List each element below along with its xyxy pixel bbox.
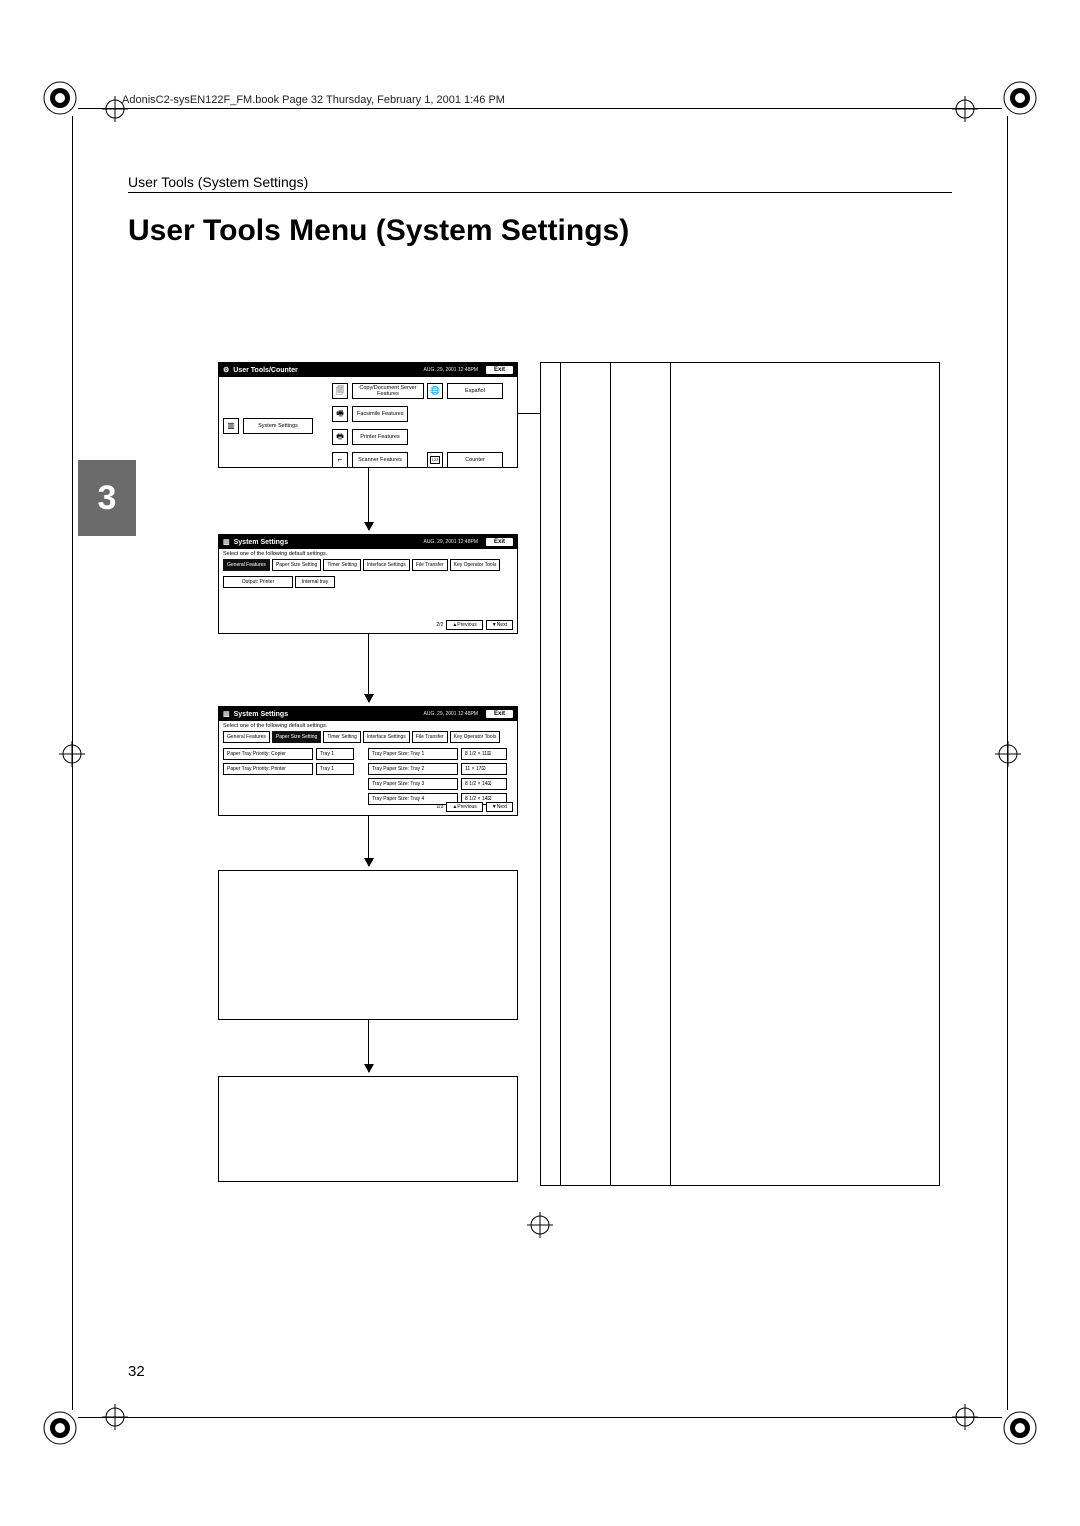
target-mark [995,741,1021,767]
caption: Select one of the following default sett… [219,549,517,557]
prev-button[interactable]: ▲Previous [446,802,482,812]
tab-paper-size[interactable]: Paper Size Setting [272,559,321,571]
setting-value[interactable]: Tray 1 [316,748,354,760]
setting-value[interactable]: 8 1/2 × 11⮽ [461,748,507,760]
settings-icon [223,710,230,718]
tab-general[interactable]: General Features [223,731,270,743]
language-button[interactable]: Español [447,383,503,399]
setting-label[interactable]: Tray Paper Size: Tray 2 [368,763,458,775]
crop-rule [72,116,73,1410]
screenshot-system-settings-1: System Settings AUG. 29, 2001 12:48PM Ex… [218,534,518,634]
guide-line [670,362,671,1186]
gear-icon [223,366,229,374]
flow-arrow [368,816,369,866]
chapter-tab: 3 [78,460,136,536]
panel-title: System Settings [234,711,288,718]
setting-label[interactable]: Tray Paper Size: Tray 3 [368,778,458,790]
corner-mark-tl [36,74,84,122]
corner-mark-bl [36,1404,84,1452]
book-header: AdonisC2-sysEN122F_FM.book Page 32 Thurs… [122,94,505,106]
next-button[interactable]: ▼Next [486,620,513,630]
scanner-icon [332,452,348,468]
counter-button[interactable]: Counter [447,452,503,468]
clock: AUG. 29, 2001 12:48PM [424,539,478,545]
tab-file-transfer[interactable]: File Transfer [412,559,448,571]
next-button[interactable]: ▼Next [486,802,513,812]
guide-line [560,362,561,1186]
setting-value[interactable]: Tray 1 [316,763,354,775]
exit-button[interactable]: Exit [486,366,513,374]
setting-value[interactable]: 8 1/2 × 14⮽ [461,778,507,790]
target-mark [952,96,978,122]
flow-arrow [368,468,369,530]
tab-file-transfer[interactable]: File Transfer [412,731,448,743]
setting-label[interactable]: Paper Tray Priority: Copier [223,748,313,760]
panel-title: User Tools/Counter [233,367,297,374]
running-head: User Tools (System Settings) [128,174,308,190]
prev-button[interactable]: ▲Previous [446,620,482,630]
doc-icon [332,383,348,399]
page-indicator: 1/3 [436,804,443,810]
tab-paper-size[interactable]: Paper Size Setting [272,731,321,743]
panel-title: System Settings [234,539,288,546]
counter-icon [427,452,443,468]
flow-arrow [368,634,369,702]
exit-button[interactable]: Exit [486,538,513,546]
setting-label[interactable]: Tray Paper Size: Tray 1 [368,748,458,760]
setting-label[interactable]: Paper Tray Priority: Printer [223,763,313,775]
tab-key-operator[interactable]: Key Operator Tools [450,731,501,743]
setting-value[interactable]: 11 × 17⮽ [461,763,507,775]
page-title: User Tools Menu (System Settings) [128,214,629,248]
crop-rule [1007,116,1008,1410]
screenshot-system-settings-2: System Settings AUG. 29, 2001 12:48PM Ex… [218,706,518,816]
scanner-features-button[interactable]: Scanner Features [352,452,408,468]
crop-rule [78,108,1002,109]
system-settings-button[interactable]: System Settings [243,418,313,434]
page-number: 32 [128,1363,145,1380]
caption: Select one of the following default sett… [219,721,517,729]
connector [518,413,540,414]
flow-arrow [368,1020,369,1072]
globe-icon [427,383,443,399]
settings-icon [223,418,239,434]
exit-button[interactable]: Exit [486,710,513,718]
printer-icon [332,429,348,445]
clock: AUG. 29, 2001 12:48PM [424,711,478,717]
output-printer-button[interactable]: Output: Printer [223,576,293,588]
tab-timer[interactable]: Timer Setting [323,731,361,743]
tab-interface[interactable]: Interface Settings [363,559,410,571]
running-rule [128,192,952,193]
fax-features-button[interactable]: Facsimile Features [352,406,408,422]
page-indicator: 2/2 [436,622,443,628]
copy-doc-server-button[interactable]: Copy/Document Server Features [352,383,424,399]
tab-key-operator[interactable]: Key Operator Tools [450,559,501,571]
side-description-box [540,362,940,1186]
tab-general[interactable]: General Features [223,559,270,571]
fax-icon [332,406,348,422]
placeholder-box [218,870,518,1020]
crop-rule [78,1417,1002,1418]
corner-mark-br [996,1404,1044,1452]
target-mark [527,1212,553,1238]
corner-mark-tr [996,74,1044,122]
clock: AUG. 29, 2001 12:48PM [424,367,478,373]
internal-tray-button[interactable]: Internal tray [295,576,335,588]
screenshot-user-tools-counter: User Tools/Counter AUG. 29, 2001 12:48PM… [218,362,518,468]
guide-line [610,362,611,1186]
tab-interface[interactable]: Interface Settings [363,731,410,743]
printer-features-button[interactable]: Printer Features [352,429,408,445]
placeholder-box [218,1076,518,1182]
settings-icon [223,538,230,546]
tab-timer[interactable]: Timer Setting [323,559,361,571]
